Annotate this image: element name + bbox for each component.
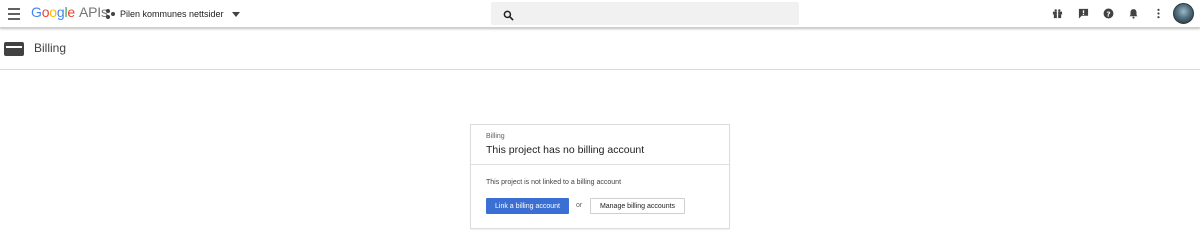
search-box[interactable] [491,2,799,25]
logo-product: APIs [79,4,108,20]
top-app-bar: Google APIs Pilen kommunes nettsider ? [0,0,1200,28]
card-description: This project is not linked to a billing … [486,179,622,186]
project-dots-icon [106,9,116,19]
card-eyebrow: Billing [486,133,505,140]
notifications-icon[interactable] [1126,6,1140,20]
search-icon [503,8,514,26]
menu-icon[interactable] [5,4,25,24]
page-title: Billing [34,41,67,55]
card-header: Billing This project has no billing acco… [471,125,729,165]
project-name: Pilen kommunes nettsider [120,9,224,19]
manage-billing-accounts-button[interactable]: Manage billing accounts [590,198,685,214]
avatar[interactable] [1173,3,1194,24]
card-heading: This project has no billing account [486,144,645,156]
more-vert-icon[interactable] [1151,6,1165,20]
help-icon[interactable]: ? [1101,6,1115,20]
search-input[interactable] [519,6,789,21]
or-label: or [576,202,583,209]
feedback-icon[interactable] [1076,6,1090,20]
dropdown-caret-icon [231,11,240,17]
billing-card: Billing This project has no billing acco… [470,124,730,229]
link-billing-account-button[interactable]: Link a billing account [486,198,569,214]
google-apis-logo[interactable]: Google APIs [31,4,108,24]
gift-icon[interactable] [1050,6,1064,20]
project-selector[interactable]: Pilen kommunes nettsider [106,6,240,22]
logo-brand: Google [31,4,75,20]
page-header: Billing [0,29,1200,70]
billing-card-icon [4,42,24,56]
svg-text:?: ? [1106,9,1110,18]
